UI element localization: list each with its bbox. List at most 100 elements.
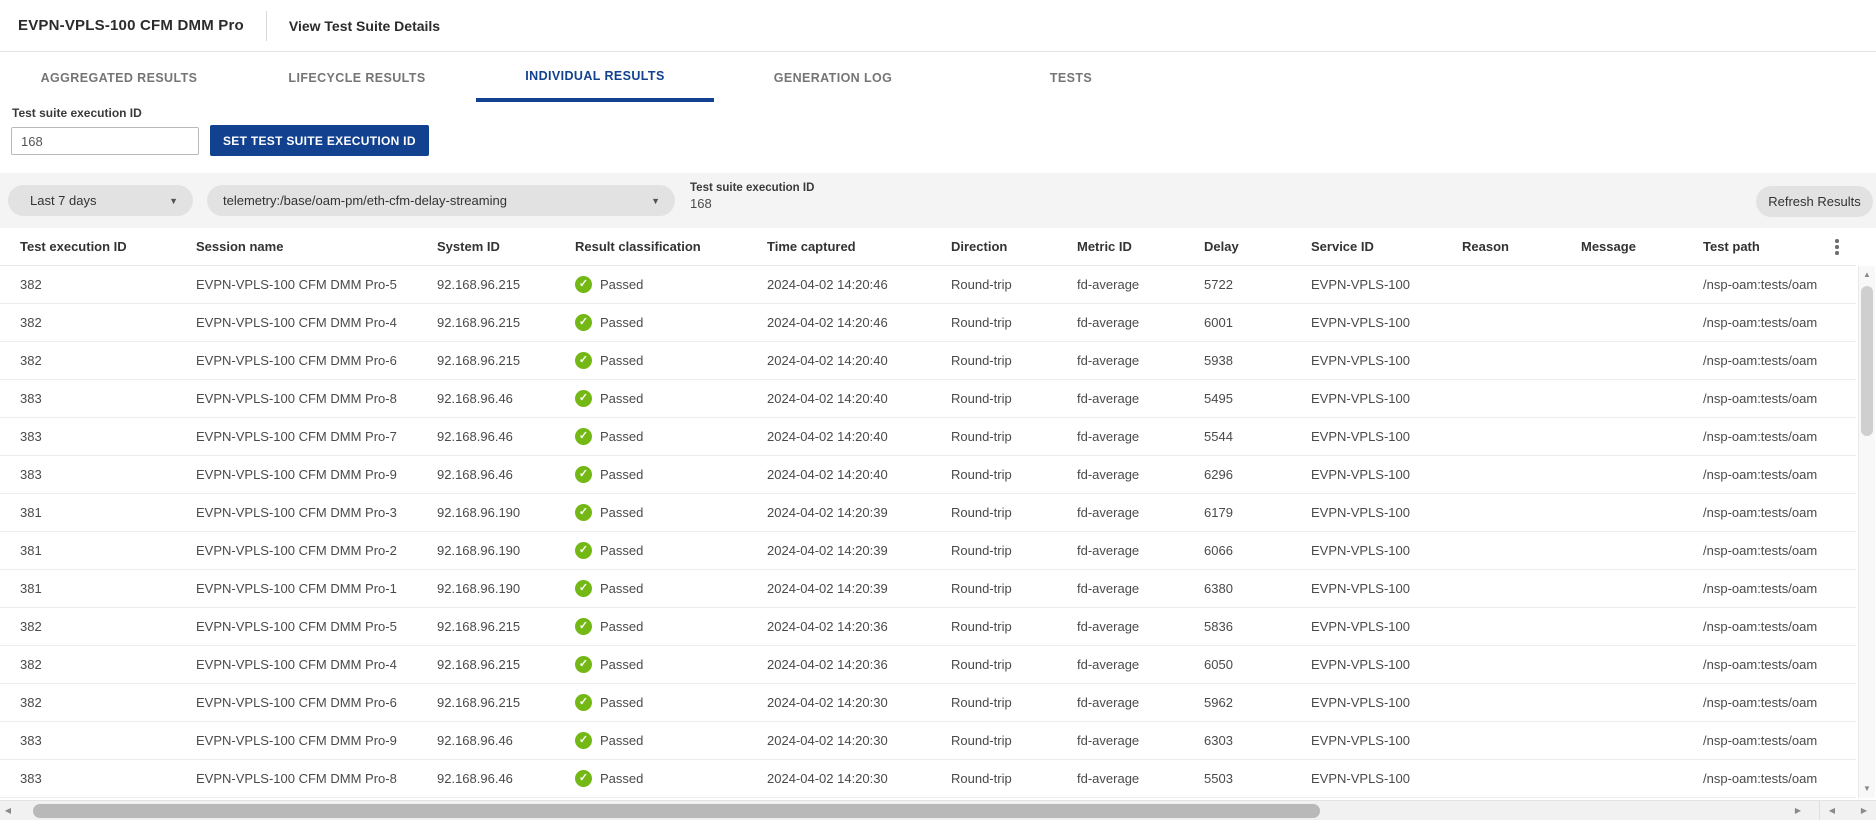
cell-message <box>1581 380 1703 417</box>
column-header-result[interactable]: Result classification <box>575 228 767 265</box>
horizontal-scrollbar[interactable]: ◀ ▶ ◀ ▶ <box>0 800 1876 820</box>
view-test-suite-details-link[interactable]: View Test Suite Details <box>289 18 440 34</box>
result-label: Passed <box>600 532 643 569</box>
table-row[interactable]: 381EVPN-VPLS-100 CFM DMM Pro-292.168.96.… <box>0 532 1856 570</box>
cell-result: ✓Passed <box>575 608 767 645</box>
tab-lifecycle-results[interactable]: LIFECYCLE RESULTS <box>238 52 476 102</box>
table-row[interactable]: 382EVPN-VPLS-100 CFM DMM Pro-692.168.96.… <box>0 342 1856 380</box>
passed-check-icon: ✓ <box>575 504 592 521</box>
cell-exec_id: 382 <box>20 646 196 683</box>
cell-message <box>1581 304 1703 341</box>
table-row[interactable]: 381EVPN-VPLS-100 CFM DMM Pro-392.168.96.… <box>0 494 1856 532</box>
column-header-exec_id[interactable]: Test execution ID <box>20 228 196 265</box>
column-header-system[interactable]: System ID <box>437 228 575 265</box>
cell-session: EVPN-VPLS-100 CFM DMM Pro-3 <box>196 494 437 531</box>
cell-session: EVPN-VPLS-100 CFM DMM Pro-4 <box>196 646 437 683</box>
test-suite-execution-id-input[interactable] <box>11 127 199 155</box>
table-row[interactable]: 383EVPN-VPLS-100 CFM DMM Pro-892.168.96.… <box>0 380 1856 418</box>
scroll-down-arrow-icon[interactable]: ▼ <box>1859 782 1875 796</box>
cell-message <box>1581 684 1703 721</box>
cell-metric: fd-average <box>1077 722 1204 759</box>
exec-id-info: Test suite execution ID 168 <box>690 181 814 212</box>
column-header-metric[interactable]: Metric ID <box>1077 228 1204 265</box>
cell-result: ✓Passed <box>575 532 767 569</box>
passed-check-icon: ✓ <box>575 314 592 331</box>
cell-message <box>1581 608 1703 645</box>
table-row[interactable]: 382EVPN-VPLS-100 CFM DMM Pro-692.168.96.… <box>0 684 1856 722</box>
table-row[interactable]: 383EVPN-VPLS-100 CFM DMM Pro-992.168.96.… <box>0 456 1856 494</box>
corner-scroll-right-arrow-icon[interactable]: ▶ <box>1856 801 1872 820</box>
chevron-down-icon: ▼ <box>651 196 660 206</box>
telemetry-path-value: telemetry:/base/oam-pm/eth-cfm-delay-str… <box>223 193 507 208</box>
cell-delay: 5503 <box>1204 760 1311 797</box>
result-label: Passed <box>600 494 643 531</box>
refresh-results-button[interactable]: Refresh Results <box>1756 186 1873 217</box>
cell-metric: fd-average <box>1077 342 1204 379</box>
cell-metric: fd-average <box>1077 684 1204 721</box>
cell-delay: 5962 <box>1204 684 1311 721</box>
column-header-time[interactable]: Time captured <box>767 228 951 265</box>
cell-service: EVPN-VPLS-100 <box>1311 532 1462 569</box>
tab-individual-results[interactable]: INDIVIDUAL RESULTS <box>476 52 714 102</box>
set-test-suite-execution-id-button[interactable]: SET TEST SUITE EXECUTION ID <box>210 125 429 156</box>
cell-service: EVPN-VPLS-100 <box>1311 608 1462 645</box>
table-row[interactable]: 382EVPN-VPLS-100 CFM DMM Pro-592.168.96.… <box>0 608 1856 646</box>
table-row[interactable]: 382EVPN-VPLS-100 CFM DMM Pro-592.168.96.… <box>0 266 1856 304</box>
cell-system: 92.168.96.215 <box>437 608 575 645</box>
result-label: Passed <box>600 646 643 683</box>
passed-check-icon: ✓ <box>575 770 592 787</box>
cell-metric: fd-average <box>1077 266 1204 303</box>
cell-metric: fd-average <box>1077 380 1204 417</box>
cell-delay: 6296 <box>1204 456 1311 493</box>
telemetry-path-dropdown[interactable]: telemetry:/base/oam-pm/eth-cfm-delay-str… <box>207 185 675 216</box>
cell-reason <box>1462 342 1581 379</box>
cell-service: EVPN-VPLS-100 <box>1311 266 1462 303</box>
cell-message <box>1581 646 1703 683</box>
table-row[interactable]: 382EVPN-VPLS-100 CFM DMM Pro-492.168.96.… <box>0 646 1856 684</box>
cell-reason <box>1462 456 1581 493</box>
cell-delay: 5938 <box>1204 342 1311 379</box>
exec-id-info-label: Test suite execution ID <box>690 181 814 195</box>
cell-system: 92.168.96.215 <box>437 684 575 721</box>
cell-system: 92.168.96.190 <box>437 532 575 569</box>
result-label: Passed <box>600 570 643 607</box>
cell-reason <box>1462 380 1581 417</box>
time-range-dropdown[interactable]: Last 7 days ▼ <box>8 185 193 216</box>
cell-metric: fd-average <box>1077 532 1204 569</box>
column-header-service[interactable]: Service ID <box>1311 228 1462 265</box>
cell-exec_id: 383 <box>20 418 196 455</box>
column-header-delay[interactable]: Delay <box>1204 228 1311 265</box>
tab-aggregated-results[interactable]: AGGREGATED RESULTS <box>0 52 238 102</box>
column-header-direction[interactable]: Direction <box>951 228 1077 265</box>
refresh-results-label: Refresh Results <box>1768 194 1860 209</box>
cell-service: EVPN-VPLS-100 <box>1311 380 1462 417</box>
scroll-up-arrow-icon[interactable]: ▲ <box>1859 268 1875 282</box>
horizontal-scrollbar-thumb[interactable] <box>33 804 1320 818</box>
cell-time: 2024-04-02 14:20:30 <box>767 684 951 721</box>
result-label: Passed <box>600 456 643 493</box>
cell-service: EVPN-VPLS-100 <box>1311 418 1462 455</box>
table-row[interactable]: 383EVPN-VPLS-100 CFM DMM Pro-792.168.96.… <box>0 418 1856 456</box>
table-row[interactable]: 382EVPN-VPLS-100 CFM DMM Pro-492.168.96.… <box>0 304 1856 342</box>
cell-path: /nsp-oam:tests/oam <box>1703 570 1856 607</box>
column-settings-kebab-icon[interactable] <box>1828 228 1846 266</box>
vertical-scrollbar[interactable]: ▲ ▼ <box>1858 266 1875 798</box>
table-row[interactable]: 383EVPN-VPLS-100 CFM DMM Pro-892.168.96.… <box>0 760 1856 798</box>
column-header-session[interactable]: Session name <box>196 228 437 265</box>
column-header-reason[interactable]: Reason <box>1462 228 1581 265</box>
cell-system: 92.168.96.46 <box>437 418 575 455</box>
cell-system: 92.168.96.215 <box>437 304 575 341</box>
cell-direction: Round-trip <box>951 570 1077 607</box>
tab-generation-log[interactable]: GENERATION LOG <box>714 52 952 102</box>
table-row[interactable]: 383EVPN-VPLS-100 CFM DMM Pro-992.168.96.… <box>0 722 1856 760</box>
cell-result: ✓Passed <box>575 570 767 607</box>
scroll-left-arrow-icon[interactable]: ◀ <box>0 801 16 820</box>
table-row[interactable]: 381EVPN-VPLS-100 CFM DMM Pro-192.168.96.… <box>0 570 1856 608</box>
cell-exec_id: 381 <box>20 494 196 531</box>
scroll-right-arrow-icon[interactable]: ▶ <box>1790 801 1806 820</box>
passed-check-icon: ✓ <box>575 466 592 483</box>
corner-scroll-left-arrow-icon[interactable]: ◀ <box>1824 801 1840 820</box>
tab-tests[interactable]: TESTS <box>952 52 1190 102</box>
column-header-message[interactable]: Message <box>1581 228 1703 265</box>
vertical-scrollbar-thumb[interactable] <box>1861 286 1873 436</box>
